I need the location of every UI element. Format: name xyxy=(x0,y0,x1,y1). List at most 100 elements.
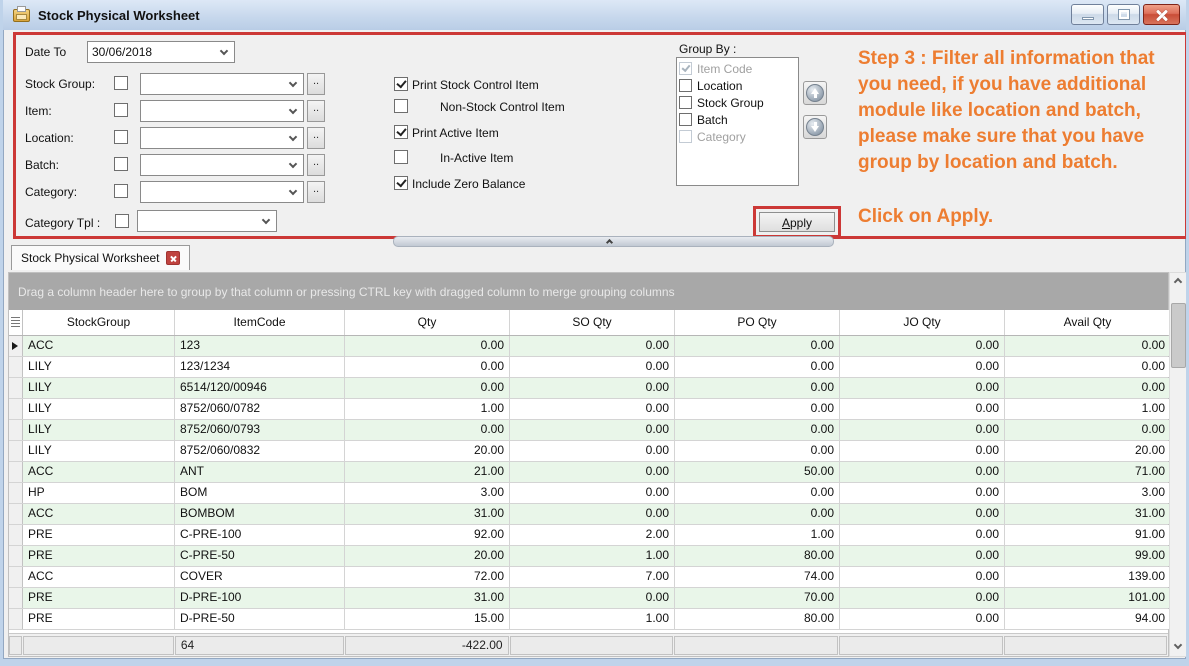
grid-cell[interactable]: 1.00 xyxy=(510,546,675,566)
vertical-scrollbar[interactable] xyxy=(1169,272,1188,657)
row-indicator[interactable] xyxy=(9,462,23,482)
apply-button[interactable]: Apply xyxy=(759,212,835,232)
grid-cell[interactable]: 0.00 xyxy=(510,441,675,461)
row-indicator[interactable] xyxy=(9,483,23,503)
group-by-item[interactable]: Location xyxy=(679,77,798,94)
grid-cell[interactable]: 71.00 xyxy=(1005,462,1170,482)
grid-cell[interactable]: 0.00 xyxy=(345,420,510,440)
grid-cell[interactable]: 0.00 xyxy=(1005,420,1170,440)
grid-cell[interactable]: 31.00 xyxy=(1005,504,1170,524)
option-checkbox[interactable] xyxy=(394,150,408,164)
group-by-item[interactable]: Batch xyxy=(679,111,798,128)
column-header[interactable]: ItemCode xyxy=(175,310,345,335)
grid-cell[interactable]: 0.00 xyxy=(840,357,1005,377)
grid-cell[interactable]: 0.00 xyxy=(675,441,840,461)
table-row[interactable]: HPBOM3.000.000.000.003.00 xyxy=(9,483,1168,504)
grid-cell[interactable]: 0.00 xyxy=(675,399,840,419)
table-row[interactable]: LILY8752/060/07930.000.000.000.000.00 xyxy=(9,420,1168,441)
grid-cell[interactable]: 74.00 xyxy=(675,567,840,587)
grid-cell[interactable]: 3.00 xyxy=(1005,483,1170,503)
grid-cell[interactable]: 123/1234 xyxy=(175,357,345,377)
grid-cell[interactable]: LILY xyxy=(23,357,175,377)
grid-cell[interactable]: 0.00 xyxy=(510,399,675,419)
filter-combobox[interactable] xyxy=(140,100,304,122)
grid-cell[interactable]: 0.00 xyxy=(840,483,1005,503)
restore-button[interactable] xyxy=(1107,4,1140,25)
grid-cell[interactable]: 0.00 xyxy=(675,483,840,503)
grid-cell[interactable]: ACC xyxy=(23,462,175,482)
grid-cell[interactable]: ACC xyxy=(23,336,175,356)
grid-cell[interactable]: 70.00 xyxy=(675,588,840,608)
option-checkbox[interactable] xyxy=(394,176,408,190)
tab-stock-physical-worksheet[interactable]: Stock Physical Worksheet xyxy=(11,245,190,270)
row-indicator[interactable] xyxy=(9,378,23,398)
grid-cell[interactable]: 80.00 xyxy=(675,609,840,629)
group-by-item[interactable]: Stock Group xyxy=(679,94,798,111)
grid-cell[interactable]: 80.00 xyxy=(675,546,840,566)
row-indicator[interactable] xyxy=(9,399,23,419)
option-checkbox[interactable] xyxy=(394,77,408,91)
row-indicator[interactable] xyxy=(9,336,23,356)
grid-cell[interactable]: 0.00 xyxy=(510,336,675,356)
move-down-button[interactable] xyxy=(803,115,827,139)
column-chooser-cell[interactable] xyxy=(9,310,23,335)
grid-cell[interactable]: HP xyxy=(23,483,175,503)
grid-cell[interactable]: 1.00 xyxy=(1005,399,1170,419)
table-row[interactable]: ACCBOMBOM31.000.000.000.0031.00 xyxy=(9,504,1168,525)
grid-cell[interactable]: 2.00 xyxy=(510,525,675,545)
row-indicator[interactable] xyxy=(9,567,23,587)
filter-checkbox[interactable] xyxy=(114,184,128,198)
grid-cell[interactable]: D-PRE-100 xyxy=(175,588,345,608)
grid-cell[interactable]: 91.00 xyxy=(1005,525,1170,545)
filter-combobox[interactable] xyxy=(140,127,304,149)
table-row[interactable]: LILY8752/060/083220.000.000.000.0020.00 xyxy=(9,441,1168,462)
grid-cell[interactable]: 1.00 xyxy=(675,525,840,545)
table-row[interactable]: PRED-PRE-10031.000.0070.000.00101.00 xyxy=(9,588,1168,609)
category-tpl-combobox[interactable] xyxy=(137,210,277,232)
grid-cell[interactable]: 0.00 xyxy=(675,357,840,377)
grid-cell[interactable]: 0.00 xyxy=(840,609,1005,629)
row-indicator[interactable] xyxy=(9,546,23,566)
grid-cell[interactable]: 0.00 xyxy=(510,504,675,524)
column-header[interactable]: PO Qty xyxy=(675,310,840,335)
category-tpl-checkbox[interactable] xyxy=(115,214,129,228)
grid-cell[interactable]: 0.00 xyxy=(840,420,1005,440)
grid-cell[interactable]: LILY xyxy=(23,378,175,398)
grid-cell[interactable]: 139.00 xyxy=(1005,567,1170,587)
grid-cell[interactable]: 31.00 xyxy=(345,504,510,524)
table-row[interactable]: ACCCOVER72.007.0074.000.00139.00 xyxy=(9,567,1168,588)
table-row[interactable]: ACCANT21.000.0050.000.0071.00 xyxy=(9,462,1168,483)
grid-cell[interactable]: 21.00 xyxy=(345,462,510,482)
group-by-checkbox[interactable] xyxy=(679,130,692,143)
grid-cell[interactable]: 0.00 xyxy=(840,588,1005,608)
group-by-listbox[interactable]: Item CodeLocationStock GroupBatchCategor… xyxy=(676,57,799,186)
row-indicator[interactable] xyxy=(9,441,23,461)
scrollbar-thumb[interactable] xyxy=(1171,303,1186,368)
grid-cell[interactable]: 3.00 xyxy=(345,483,510,503)
grid-cell[interactable]: 8752/060/0782 xyxy=(175,399,345,419)
grid-cell[interactable]: 31.00 xyxy=(345,588,510,608)
grid-cell[interactable]: 0.00 xyxy=(345,357,510,377)
table-row[interactable]: LILY123/12340.000.000.000.000.00 xyxy=(9,357,1168,378)
grid-cell[interactable]: 0.00 xyxy=(840,441,1005,461)
grid-cell[interactable]: 0.00 xyxy=(840,399,1005,419)
row-indicator[interactable] xyxy=(9,525,23,545)
grid-cell[interactable]: 0.00 xyxy=(840,525,1005,545)
grid-cell[interactable]: BOM xyxy=(175,483,345,503)
grid-cell[interactable]: ANT xyxy=(175,462,345,482)
row-indicator[interactable] xyxy=(9,357,23,377)
browse-button[interactable]: .. xyxy=(307,154,325,176)
table-row[interactable]: PREC-PRE-5020.001.0080.000.0099.00 xyxy=(9,546,1168,567)
column-header[interactable]: StockGroup xyxy=(23,310,175,335)
row-indicator[interactable] xyxy=(9,609,23,629)
grid-cell[interactable]: C-PRE-100 xyxy=(175,525,345,545)
tab-close-icon[interactable] xyxy=(166,251,180,265)
grid-cell[interactable]: 123 xyxy=(175,336,345,356)
row-indicator[interactable] xyxy=(9,420,23,440)
grid-cell[interactable]: 0.00 xyxy=(675,378,840,398)
grid-cell[interactable]: 8752/060/0832 xyxy=(175,441,345,461)
option-checkbox[interactable] xyxy=(394,125,408,139)
grid-cell[interactable]: 0.00 xyxy=(675,336,840,356)
grid-cell[interactable]: 0.00 xyxy=(840,378,1005,398)
grid-cell[interactable]: PRE xyxy=(23,525,175,545)
